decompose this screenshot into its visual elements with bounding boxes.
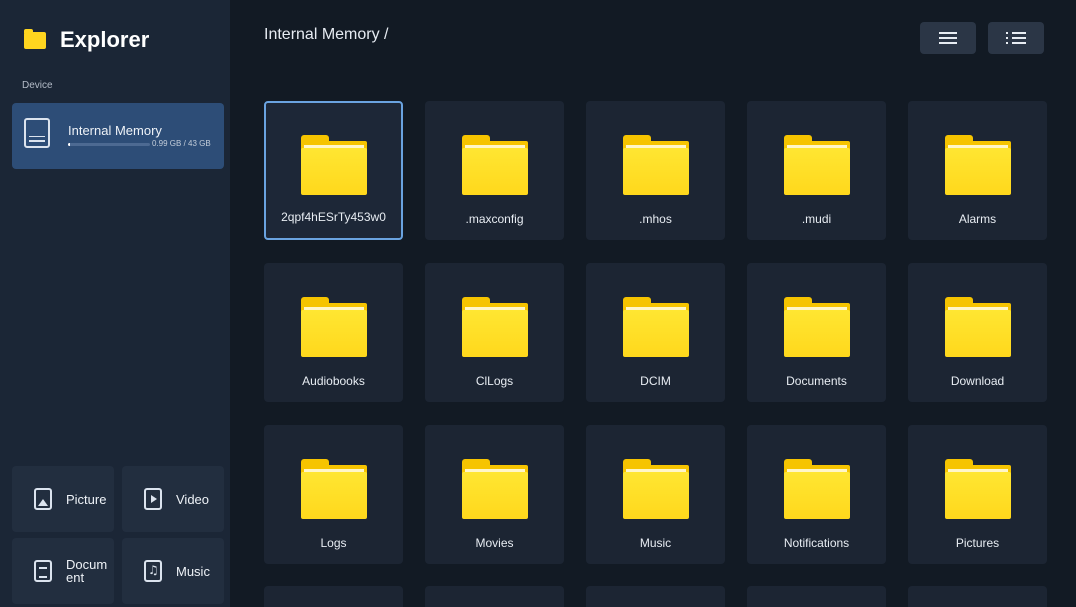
list-view-button[interactable] (988, 22, 1044, 54)
folder-icon (301, 459, 367, 519)
folder-name: 2qpf4hESrTy453w0 (281, 210, 386, 224)
folder-tile[interactable]: ClLogs (425, 263, 564, 402)
folder-grid: 2qpf4hESrTy453w0 .maxconfig .mhos .mudi Alar… (264, 101, 1047, 564)
storage-icon (24, 118, 50, 148)
folder-tile-partial[interactable] (908, 586, 1047, 607)
category-music-button[interactable]: Music (122, 538, 224, 604)
section-label-device: Device (22, 80, 53, 91)
folder-name: Music (639, 536, 672, 550)
folder-name: Alarms (958, 212, 997, 226)
folder-tile[interactable]: Movies (425, 425, 564, 564)
folder-tile[interactable]: Notifications (747, 425, 886, 564)
folder-tile[interactable]: Download (908, 263, 1047, 402)
category-label: Music (176, 563, 210, 579)
folder-tile[interactable]: .maxconfig (425, 101, 564, 240)
music-icon (144, 560, 162, 582)
folder-name: Download (950, 374, 1005, 388)
folder-tile[interactable]: Documents (747, 263, 886, 402)
storage-usage-fill (68, 143, 70, 146)
folder-icon (24, 28, 46, 49)
folder-tile-partial[interactable] (586, 586, 725, 607)
list-icon (1006, 32, 1026, 44)
folder-icon (945, 459, 1011, 519)
folder-icon (462, 459, 528, 519)
category-picture-button[interactable]: Picture (12, 466, 114, 532)
sidebar-item-internal-memory[interactable]: Internal Memory 0.99 GB / 43 GB (12, 103, 224, 169)
category-label: Picture (66, 491, 107, 507)
storage-name: Internal Memory (68, 123, 162, 138)
folder-icon (301, 135, 367, 195)
folder-icon (945, 135, 1011, 195)
folder-tile[interactable]: DCIM (586, 263, 725, 402)
sidebar: Explorer Device Internal Memory 0.99 GB … (0, 0, 230, 607)
folder-icon (462, 135, 528, 195)
folder-tile[interactable]: .mhos (586, 101, 725, 240)
folder-name: Audiobooks (302, 374, 365, 388)
folder-icon (784, 297, 850, 357)
folder-icon (945, 297, 1011, 357)
category-label: Video (176, 491, 210, 507)
storage-size: 0.99 GB / 43 GB (152, 139, 211, 148)
menu-icon (939, 32, 957, 44)
folder-tile[interactable]: Audiobooks (264, 263, 403, 402)
folder-tile[interactable]: Pictures (908, 425, 1047, 564)
folder-name: .mhos (639, 212, 672, 226)
folder-name: DCIM (640, 374, 671, 388)
folder-name: Documents (786, 374, 847, 388)
folder-tile[interactable]: Music (586, 425, 725, 564)
folder-name: ClLogs (475, 374, 514, 388)
folder-tile[interactable]: Alarms (908, 101, 1047, 240)
folder-icon (784, 459, 850, 519)
folder-tile-partial[interactable] (264, 586, 403, 607)
folder-tile-partial[interactable] (747, 586, 886, 607)
folder-icon (623, 135, 689, 195)
grid-view-button[interactable] (920, 22, 976, 54)
folder-name: Movies (475, 536, 514, 550)
folder-name: .mudi (801, 212, 832, 226)
folder-icon (784, 135, 850, 195)
app-title: Explorer (60, 27, 150, 52)
video-icon (144, 488, 162, 510)
category-label: Document (66, 557, 108, 585)
folder-name: .maxconfig (465, 212, 524, 226)
folder-icon (301, 297, 367, 357)
category-document-button[interactable]: Document (12, 538, 114, 604)
folder-icon (623, 459, 689, 519)
folder-tile-partial[interactable] (425, 586, 564, 607)
folder-name: Pictures (955, 536, 1000, 550)
folder-tile[interactable]: 2qpf4hESrTy453w0 (264, 101, 403, 240)
storage-usage-bar (68, 143, 150, 146)
picture-icon (34, 488, 52, 510)
category-video-button[interactable]: Video (122, 466, 224, 532)
folder-name: Logs (320, 536, 347, 550)
document-icon (34, 560, 52, 582)
folder-icon (462, 297, 528, 357)
breadcrumb: Internal Memory / (264, 26, 389, 43)
app-header: Explorer (24, 26, 149, 54)
folder-tile[interactable]: .mudi (747, 101, 886, 240)
folder-name: Notifications (783, 536, 850, 550)
folder-icon (623, 297, 689, 357)
folder-tile[interactable]: Logs (264, 425, 403, 564)
